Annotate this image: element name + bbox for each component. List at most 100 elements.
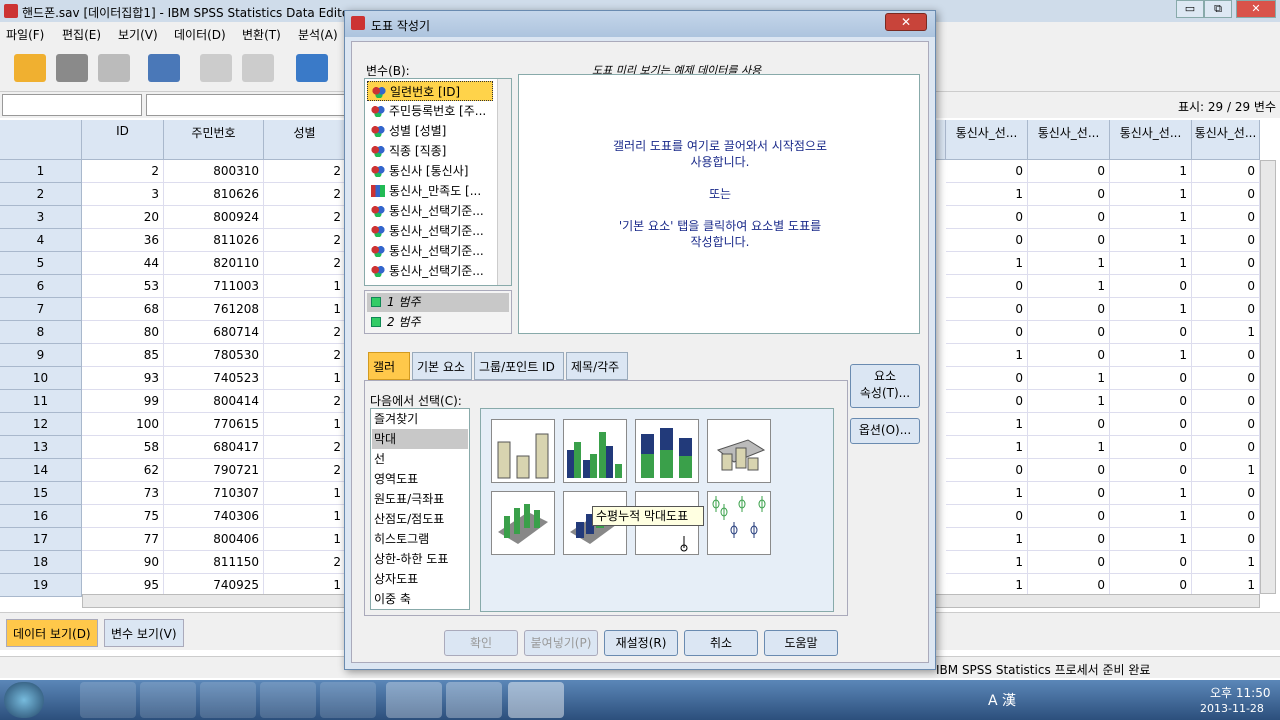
chart-type-list[interactable]: 즐겨찾기 막대 선 영역도표 원도표/극좌표 산점도/점도표 히스토그램 상한-하한 도표 상자… — [370, 408, 470, 610]
cell-carrier[interactable]: 0 — [1192, 160, 1260, 183]
cell-carrier[interactable]: 0 — [1028, 321, 1110, 344]
cell-id[interactable]: 3 — [82, 183, 164, 206]
cell-id[interactable]: 75 — [82, 505, 164, 528]
clock-date[interactable]: 2013-11-28 — [1200, 702, 1264, 715]
cell-sex[interactable]: 2 — [264, 321, 346, 344]
column-header-jumin[interactable]: 주민번호 — [164, 120, 264, 160]
cell-carrier[interactable]: 1 — [1192, 321, 1260, 344]
cell-carrier[interactable]: 0 — [946, 321, 1028, 344]
cell-id[interactable]: 85 — [82, 344, 164, 367]
row-header[interactable]: 12 — [0, 413, 82, 436]
chart-type-item[interactable]: 막대 — [372, 429, 468, 449]
cell-carrier[interactable]: 0 — [1192, 505, 1260, 528]
cell-sex[interactable]: 1 — [264, 505, 346, 528]
row-header[interactable]: 17 — [0, 528, 82, 551]
row-header[interactable]: 14 — [0, 459, 82, 482]
cell-carrier[interactable]: 1 — [1110, 183, 1192, 206]
row-header[interactable]: 11 — [0, 390, 82, 413]
chart-type-item[interactable]: 즐겨찾기 — [372, 409, 468, 429]
cell-carrier[interactable]: 1 — [1110, 528, 1192, 551]
cell-carrier[interactable]: 0 — [1028, 298, 1110, 321]
cell-jumin[interactable]: 780530 — [164, 344, 264, 367]
cell-sex[interactable]: 2 — [264, 459, 346, 482]
redo-icon[interactable] — [242, 54, 274, 82]
media-player-icon[interactable] — [260, 682, 316, 718]
chart-type-item[interactable]: 히스토그램 — [372, 529, 468, 549]
cell-jumin[interactable]: 811150 — [164, 551, 264, 574]
cell-carrier[interactable]: 0 — [1110, 321, 1192, 344]
cell-carrier[interactable]: 0 — [1110, 275, 1192, 298]
restore-button[interactable]: ⧉ — [1204, 0, 1232, 18]
cell-jumin[interactable]: 800414 — [164, 390, 264, 413]
cell-id[interactable]: 58 — [82, 436, 164, 459]
cell-carrier[interactable]: 0 — [1028, 183, 1110, 206]
cell-carrier[interactable]: 1 — [946, 252, 1028, 275]
chart-type-item[interactable]: 선 — [372, 449, 468, 469]
row-header[interactable]: 3 — [0, 206, 82, 229]
cell-carrier[interactable]: 1 — [946, 528, 1028, 551]
cell-carrier[interactable]: 0 — [946, 229, 1028, 252]
chart-type-item[interactable]: 상자도표 — [372, 569, 468, 589]
menu-edit[interactable]: 편집(E) — [62, 26, 101, 43]
menu-data[interactable]: 데이터(D) — [174, 26, 226, 43]
cell-sex[interactable]: 2 — [264, 390, 346, 413]
cell-carrier[interactable]: 1 — [1028, 252, 1110, 275]
variable-item[interactable]: 주민등록번호 [주... — [367, 101, 493, 121]
cell-carrier[interactable]: 1 — [1110, 344, 1192, 367]
cell-id[interactable]: 77 — [82, 528, 164, 551]
cell-carrier[interactable]: 1 — [946, 183, 1028, 206]
close-button[interactable]: ✕ — [1236, 0, 1276, 18]
row-header[interactable]: 15 — [0, 482, 82, 505]
cell-jumin[interactable]: 680714 — [164, 321, 264, 344]
cell-carrier[interactable]: 0 — [1110, 413, 1192, 436]
cell-carrier[interactable]: 1 — [946, 344, 1028, 367]
cell-sex[interactable]: 2 — [264, 551, 346, 574]
3d-bar-chart-thumbnail[interactable] — [707, 419, 771, 483]
variable-item[interactable]: 통신사_선택기준... — [367, 201, 493, 221]
cell-carrier[interactable]: 0 — [1028, 344, 1110, 367]
variable-item[interactable]: 성별 [성별] — [367, 121, 493, 141]
row-header[interactable]: 2 — [0, 183, 82, 206]
start-button-icon[interactable] — [4, 682, 44, 718]
chart-type-item[interactable]: 상한-하한 도표 — [372, 549, 468, 569]
cell-id[interactable]: 73 — [82, 482, 164, 505]
cell-carrier[interactable]: 1 — [1110, 229, 1192, 252]
chrome-icon[interactable] — [140, 682, 196, 718]
element-properties-button[interactable]: 요소 속성(T)... — [850, 364, 920, 408]
dialog-close-icon[interactable]: ✕ — [885, 13, 927, 31]
row-header[interactable]: 1 — [0, 160, 82, 183]
cell-id[interactable]: 36 — [82, 229, 164, 252]
column-header-carrier-4[interactable]: 통신사_선... — [1192, 120, 1260, 160]
cell-carrier[interactable]: 0 — [946, 459, 1028, 482]
column-header-hidden[interactable] — [936, 120, 946, 160]
cell-carrier[interactable]: 0 — [1192, 298, 1260, 321]
chart-preview-canvas[interactable]: 갤러리 도표를 여기로 끌어와서 시작점으로 사용합니다. 또는 '기본 요소'… — [518, 74, 920, 334]
cell-jumin[interactable]: 820110 — [164, 252, 264, 275]
cell-jumin[interactable]: 680417 — [164, 436, 264, 459]
tab-variable-view[interactable]: 변수 보기(V) — [104, 619, 184, 647]
stacked-bar-chart-thumbnail[interactable] — [635, 419, 699, 483]
cell-sex[interactable]: 1 — [264, 413, 346, 436]
cell-carrier[interactable]: 0 — [946, 367, 1028, 390]
cell-carrier[interactable]: 0 — [1192, 436, 1260, 459]
cell-carrier[interactable]: 1 — [946, 551, 1028, 574]
cell-carrier[interactable]: 0 — [1110, 436, 1192, 459]
cell-jumin[interactable]: 810626 — [164, 183, 264, 206]
cell-id[interactable]: 53 — [82, 275, 164, 298]
cell-carrier[interactable]: 1 — [1192, 551, 1260, 574]
cell-carrier[interactable]: 1 — [1028, 275, 1110, 298]
cell-id[interactable]: 93 — [82, 367, 164, 390]
cell-jumin[interactable]: 800924 — [164, 206, 264, 229]
cell-carrier[interactable]: 0 — [1110, 390, 1192, 413]
cell-carrier[interactable]: 0 — [946, 160, 1028, 183]
menu-transform[interactable]: 변환(T) — [242, 26, 281, 43]
ok-button[interactable]: 확인 — [444, 630, 518, 656]
cell-id[interactable]: 80 — [82, 321, 164, 344]
simple-bar-chart-thumbnail[interactable] — [491, 419, 555, 483]
cell-carrier[interactable]: 1 — [1028, 390, 1110, 413]
cell-sex[interactable]: 2 — [264, 229, 346, 252]
cell-id[interactable]: 62 — [82, 459, 164, 482]
cell-jumin[interactable]: 710307 — [164, 482, 264, 505]
cell-sex[interactable]: 1 — [264, 367, 346, 390]
cancel-button[interactable]: 취소 — [684, 630, 758, 656]
